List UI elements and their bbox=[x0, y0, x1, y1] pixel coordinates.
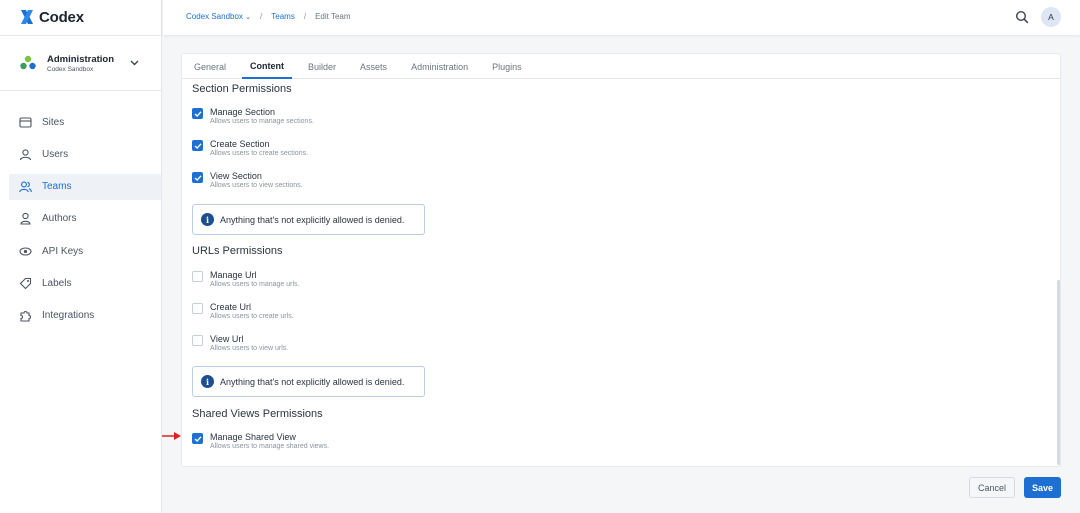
tab-administration[interactable]: Administration bbox=[403, 54, 476, 79]
save-button[interactable]: Save bbox=[1024, 477, 1061, 498]
tab-builder[interactable]: Builder bbox=[300, 54, 344, 79]
tab-content[interactable]: Content bbox=[242, 54, 293, 79]
permission-description: Allows users to manage urls. bbox=[210, 281, 300, 288]
app-logo[interactable]: Codex bbox=[20, 8, 84, 26]
permission-label: View Url bbox=[210, 334, 244, 344]
search-icon[interactable] bbox=[1015, 10, 1029, 24]
api-key-icon bbox=[19, 245, 32, 258]
users-icon bbox=[19, 180, 32, 193]
permission-label: Create Section bbox=[210, 139, 270, 149]
permission-manage-url: Manage Url Allows users to manage urls. bbox=[192, 270, 299, 288]
permission-label: Manage Section bbox=[210, 107, 276, 117]
permission-label: Create Url bbox=[210, 302, 252, 312]
section-heading: URLs Permissions bbox=[192, 245, 283, 257]
tab-assets[interactable]: Assets bbox=[352, 54, 395, 79]
tab-plugins[interactable]: Plugins bbox=[484, 54, 530, 79]
info-icon: i bbox=[201, 213, 214, 226]
org-logo-icon bbox=[20, 55, 36, 70]
permission-view-section: View Section Allows users to view section… bbox=[192, 171, 303, 189]
permission-label: Manage Url bbox=[210, 270, 257, 280]
checkbox-manage-shared-view[interactable] bbox=[192, 433, 203, 444]
checkbox-manage-section[interactable] bbox=[192, 108, 203, 119]
section-heading: Section Permissions bbox=[192, 83, 292, 95]
notice-text: Anything that's not explicitly allowed i… bbox=[220, 376, 405, 387]
sidebar-item-sites[interactable]: Sites bbox=[9, 109, 161, 135]
checkbox-create-section[interactable] bbox=[192, 140, 203, 151]
permission-view-url: View Url Allows users to view urls. bbox=[192, 334, 288, 352]
sidebar-item-integrations[interactable]: Integrations bbox=[9, 303, 161, 329]
app-name: Codex bbox=[39, 8, 84, 26]
sidebar-nav: Sites Users Teams Authors API Keys Label… bbox=[9, 109, 161, 335]
breadcrumb-separator: / bbox=[260, 12, 263, 21]
permission-label: View Section bbox=[210, 171, 262, 181]
org-switcher[interactable]: Administration Codex Sandbox bbox=[0, 35, 161, 91]
checkbox-create-url[interactable] bbox=[192, 303, 203, 314]
tab-general[interactable]: General bbox=[186, 54, 234, 79]
sidebar-item-users[interactable]: Users bbox=[9, 141, 161, 167]
browser-window-icon bbox=[19, 116, 32, 129]
permissions-panel: Section Permissions Manage Section Allows… bbox=[182, 79, 1052, 466]
permission-label: Manage Shared View bbox=[210, 432, 296, 442]
org-name: Administration bbox=[47, 53, 115, 65]
avatar[interactable]: A bbox=[1041, 7, 1061, 27]
sidebar-item-authors[interactable]: Authors bbox=[9, 206, 161, 232]
breadcrumb-teams[interactable]: Teams bbox=[271, 12, 295, 21]
puzzle-icon bbox=[19, 309, 32, 322]
breadcrumb: Codex Sandbox ⌄ / Teams / Edit Team bbox=[186, 12, 351, 21]
info-notice: i Anything that's not explicitly allowed… bbox=[192, 366, 425, 397]
user-icon bbox=[19, 148, 32, 161]
breadcrumb-org[interactable]: Codex Sandbox ⌄ bbox=[186, 12, 251, 21]
chevron-down-icon: ⌄ bbox=[245, 14, 252, 21]
breadcrumb-current: Edit Team bbox=[315, 12, 351, 21]
tag-icon bbox=[19, 277, 32, 290]
permission-manage-shared-view: Manage Shared View Allows users to manage… bbox=[192, 432, 329, 450]
permission-description: Allows users to view sections. bbox=[210, 182, 303, 189]
edit-team-card: General Content Builder Assets Administr… bbox=[181, 53, 1061, 467]
chevron-down-icon bbox=[125, 57, 143, 69]
sidebar-item-label: Integrations bbox=[42, 310, 95, 322]
author-icon bbox=[19, 212, 32, 225]
sidebar-item-label: Authors bbox=[42, 213, 77, 225]
checkbox-view-section[interactable] bbox=[192, 172, 203, 183]
section-heading: Shared Views Permissions bbox=[192, 408, 323, 420]
permission-description: Allows users to create sections. bbox=[210, 150, 309, 157]
codex-logo-icon bbox=[21, 10, 33, 24]
sidebar-item-label: Sites bbox=[42, 116, 65, 128]
sidebar-item-api-keys[interactable]: API Keys bbox=[9, 238, 161, 264]
sidebar: Codex Administration Codex Sandbox Sites… bbox=[0, 0, 162, 513]
arrow-right-icon bbox=[162, 432, 181, 440]
sidebar-item-label: Labels bbox=[42, 277, 72, 289]
tab-bar: General Content Builder Assets Administr… bbox=[182, 54, 1060, 79]
org-subtitle: Codex Sandbox bbox=[47, 65, 94, 73]
checkbox-manage-url[interactable] bbox=[192, 271, 203, 282]
notice-text: Anything that's not explicitly allowed i… bbox=[220, 214, 405, 225]
permission-create-url: Create Url Allows users to create urls. bbox=[192, 302, 294, 320]
permission-description: Allows users to manage sections. bbox=[210, 118, 314, 125]
permission-create-section: Create Section Allows users to create sec… bbox=[192, 139, 308, 157]
checkbox-view-url[interactable] bbox=[192, 335, 203, 346]
cancel-button[interactable]: Cancel bbox=[969, 477, 1015, 498]
info-notice: i Anything that's not explicitly allowed… bbox=[192, 204, 425, 235]
permission-description: Allows users to create urls. bbox=[210, 313, 294, 320]
sidebar-item-teams[interactable]: Teams bbox=[9, 173, 161, 200]
info-icon: i bbox=[201, 375, 214, 388]
permission-description: Allows users to view urls. bbox=[210, 345, 289, 352]
sidebar-item-label: Users bbox=[42, 148, 69, 160]
scrollbar[interactable] bbox=[1057, 280, 1060, 465]
top-bar: Codex Sandbox ⌄ / Teams / Edit Team A bbox=[163, 0, 1080, 35]
sidebar-item-label: API Keys bbox=[42, 245, 84, 257]
breadcrumb-separator: / bbox=[303, 12, 307, 21]
sidebar-item-labels[interactable]: Labels bbox=[9, 270, 161, 296]
sidebar-item-label: Teams bbox=[42, 181, 72, 193]
permission-description: Allows users to manage shared views. bbox=[210, 443, 330, 450]
permission-manage-section: Manage Section Allows users to manage sec… bbox=[192, 107, 314, 125]
